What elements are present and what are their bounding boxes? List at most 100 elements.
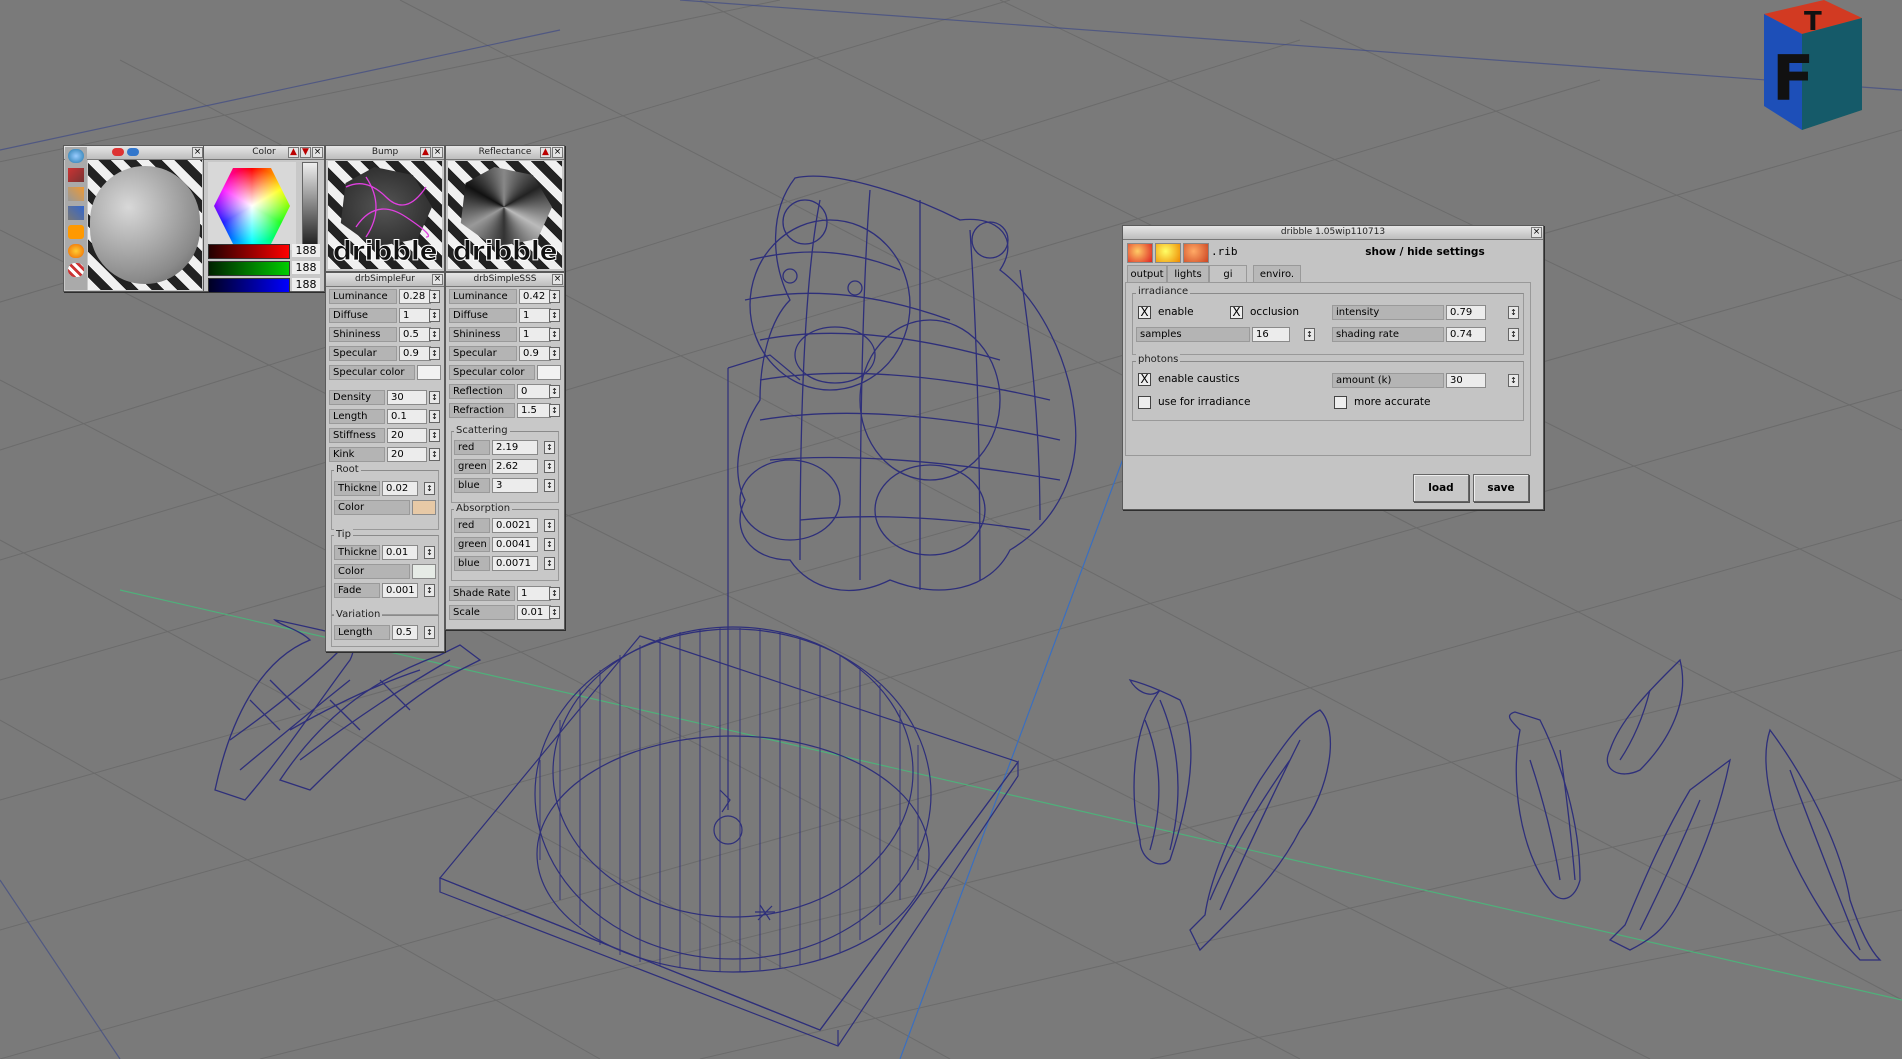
- param-input[interactable]: 0.1: [387, 409, 427, 424]
- blue-channel-slider[interactable]: [208, 278, 290, 293]
- stepper-arrows-icon[interactable]: ↕: [549, 309, 560, 322]
- param-input[interactable]: 2.62: [492, 459, 538, 474]
- stepper-arrows-icon[interactable]: ↕: [424, 482, 435, 495]
- brush-icon[interactable]: [68, 187, 84, 201]
- param-input[interactable]: 0: [517, 384, 551, 399]
- param-input[interactable]: 2.19: [492, 440, 538, 455]
- stepper-arrows-icon[interactable]: ↕: [429, 410, 440, 423]
- param-input[interactable]: 0.01: [517, 605, 551, 620]
- render-frame-icon[interactable]: [1183, 243, 1209, 263]
- green-channel-value[interactable]: 188: [292, 261, 320, 274]
- rib-export-button[interactable]: .rib: [1211, 243, 1239, 261]
- tab-output[interactable]: output: [1127, 265, 1167, 283]
- enable-caustics-checkbox[interactable]: X: [1138, 373, 1151, 386]
- close-icon[interactable]: ×: [312, 147, 323, 158]
- param-input[interactable]: 0.5: [399, 327, 431, 342]
- save-button[interactable]: save: [1473, 474, 1529, 502]
- value-slider[interactable]: [302, 162, 318, 252]
- pen-icon[interactable]: [68, 206, 84, 220]
- close-icon[interactable]: ×: [192, 147, 203, 158]
- stepper-arrows-icon[interactable]: ↕: [429, 290, 440, 303]
- material-ball-icon[interactable]: [68, 263, 84, 277]
- irradiance-enable-checkbox[interactable]: X: [1138, 306, 1151, 319]
- stepper-arrows-icon[interactable]: ↕: [549, 587, 560, 600]
- param-input[interactable]: 0.9: [399, 346, 431, 361]
- param-input[interactable]: 1: [519, 327, 551, 342]
- paint-bucket-icon[interactable]: [68, 168, 84, 182]
- minimize-icon[interactable]: ▼: [300, 147, 311, 158]
- tab-lights[interactable]: lights: [1167, 265, 1209, 283]
- specular-color-swatch[interactable]: [417, 365, 441, 380]
- param-input[interactable]: 20: [387, 447, 427, 462]
- param-input[interactable]: 1: [517, 586, 551, 601]
- stepper-arrows-icon[interactable]: ↕: [549, 404, 560, 417]
- render-preview-icon[interactable]: [1155, 243, 1181, 263]
- render-teapot-icon[interactable]: [1127, 243, 1153, 263]
- param-input[interactable]: 0.79: [1446, 305, 1486, 320]
- stepper-arrows-icon[interactable]: ↕: [544, 479, 555, 492]
- param-input[interactable]: 1.5: [517, 403, 551, 418]
- cylinder-icon[interactable]: [68, 225, 84, 239]
- blue-channel-value[interactable]: 188: [292, 278, 320, 291]
- close-icon[interactable]: ×: [552, 147, 563, 158]
- stepper-arrows-icon[interactable]: ↕: [429, 391, 440, 404]
- stepper-arrows-icon[interactable]: ↕: [424, 626, 435, 639]
- stepper-arrows-icon[interactable]: ↕: [1304, 328, 1315, 341]
- stepper-arrows-icon[interactable]: ↕: [424, 546, 435, 559]
- param-input[interactable]: 0.02: [382, 481, 418, 496]
- load-button[interactable]: load: [1413, 474, 1469, 502]
- tab-enviro[interactable]: enviro.: [1253, 265, 1301, 283]
- stepper-arrows-icon[interactable]: ↕: [544, 460, 555, 473]
- stepper-arrows-icon[interactable]: ↕: [544, 557, 555, 570]
- param-input[interactable]: 1: [519, 308, 551, 323]
- stepper-arrows-icon[interactable]: ↕: [549, 606, 560, 619]
- param-input[interactable]: 0.0041: [492, 537, 538, 552]
- tab-gi[interactable]: gi: [1209, 265, 1247, 283]
- close-icon[interactable]: ×: [432, 274, 443, 285]
- param-input[interactable]: 0.001: [382, 583, 418, 598]
- show-hide-settings-button[interactable]: show / hide settings: [1325, 243, 1525, 261]
- close-icon[interactable]: ×: [1531, 227, 1542, 238]
- stepper-arrows-icon[interactable]: ↕: [429, 309, 440, 322]
- stepper-arrows-icon[interactable]: ↕: [429, 429, 440, 442]
- close-icon[interactable]: ×: [552, 274, 563, 285]
- red-channel-slider[interactable]: [208, 244, 290, 259]
- param-input[interactable]: 30: [1446, 373, 1486, 388]
- stepper-arrows-icon[interactable]: ↕: [1508, 328, 1519, 341]
- stepper-arrows-icon[interactable]: ↕: [429, 448, 440, 461]
- param-input[interactable]: 0.9: [519, 346, 551, 361]
- param-input[interactable]: 0.01: [382, 545, 418, 560]
- globe-icon[interactable]: [68, 149, 84, 163]
- stepper-arrows-icon[interactable]: ↕: [549, 347, 560, 360]
- tip-color-swatch[interactable]: [412, 564, 436, 579]
- occlusion-checkbox[interactable]: X: [1230, 306, 1243, 319]
- stepper-arrows-icon[interactable]: ↕: [1508, 374, 1519, 387]
- stepper-arrows-icon[interactable]: ↕: [429, 328, 440, 341]
- stepper-arrows-icon[interactable]: ↕: [1508, 306, 1519, 319]
- stepper-arrows-icon[interactable]: ↕: [544, 441, 555, 454]
- stepper-arrows-icon[interactable]: ↕: [424, 584, 435, 597]
- param-input[interactable]: 0.5: [392, 625, 418, 640]
- view-cube-gizmo[interactable]: T F: [1734, 0, 1864, 146]
- stepper-arrows-icon[interactable]: ↕: [549, 328, 560, 341]
- param-input[interactable]: 0.28: [399, 289, 431, 304]
- param-input[interactable]: 1: [399, 308, 431, 323]
- param-input[interactable]: 0.74: [1446, 327, 1486, 342]
- stepper-arrows-icon[interactable]: ↕: [549, 290, 560, 303]
- stepper-arrows-icon[interactable]: ↕: [429, 347, 440, 360]
- close-icon[interactable]: ×: [432, 147, 443, 158]
- green-channel-slider[interactable]: [208, 261, 290, 276]
- color-wheel[interactable]: [208, 162, 296, 250]
- maximize-icon[interactable]: ▲: [540, 147, 551, 158]
- root-color-swatch[interactable]: [412, 500, 436, 515]
- specular-color-swatch[interactable]: [537, 365, 561, 380]
- use-for-irradiance-checkbox[interactable]: [1138, 396, 1151, 409]
- param-input[interactable]: 0.42: [519, 289, 551, 304]
- stepper-arrows-icon[interactable]: ↕: [544, 538, 555, 551]
- red-channel-value[interactable]: 188: [292, 244, 320, 257]
- sphere-icon[interactable]: [68, 244, 84, 258]
- param-input[interactable]: 30: [387, 390, 427, 405]
- param-input[interactable]: 20: [387, 428, 427, 443]
- param-input[interactable]: 0.0021: [492, 518, 538, 533]
- param-input[interactable]: 0.0071: [492, 556, 538, 571]
